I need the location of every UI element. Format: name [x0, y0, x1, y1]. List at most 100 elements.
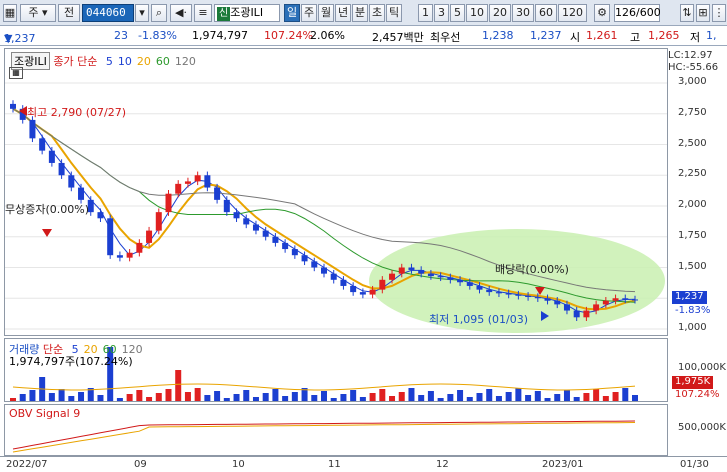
- volume-bar: [573, 397, 580, 401]
- volume-flag: 1,975K: [672, 376, 714, 389]
- volume-bar: [622, 388, 629, 401]
- volume-bar: [476, 393, 483, 401]
- candle-body: [291, 249, 298, 256]
- best-ask-label: 최우선: [430, 31, 461, 44]
- candle-body: [525, 295, 532, 298]
- price-chart-panel[interactable]: 조광ILI 종가 단순 5 10 20 60 120 ▦ 최고 2,790 (07/27…: [4, 48, 668, 336]
- volume-bar: [359, 397, 366, 401]
- x-axis[interactable]: 2022/07 09 10 11 12 2023/01 01/30: [0, 456, 727, 472]
- grid-icon[interactable]: ▦: [3, 4, 17, 22]
- candle-body: [427, 273, 434, 277]
- rights-arrow-icon: [42, 229, 52, 237]
- candle-body: [476, 285, 483, 290]
- obv-y-axis[interactable]: 500,000K: [668, 404, 727, 456]
- timeframe-2[interactable]: 월: [318, 4, 334, 22]
- minute-option-4[interactable]: 20: [489, 4, 511, 22]
- obv-legend-name[interactable]: OBV: [9, 407, 32, 420]
- volume-bar: [243, 390, 250, 401]
- volume-bar: [252, 397, 259, 401]
- page-count-input[interactable]: 126/600: [614, 4, 661, 22]
- stock-code-input[interactable]: 044060: [82, 4, 134, 22]
- volume-bar: [272, 389, 279, 401]
- volume-bar: [389, 396, 396, 401]
- sound-icon[interactable]: ◀·: [170, 4, 192, 22]
- candle-body: [126, 252, 133, 258]
- candle-body: [466, 282, 473, 286]
- ma-period-60: 60: [155, 55, 170, 68]
- candle-body: [612, 298, 619, 301]
- menu-icon[interactable]: ≡: [194, 4, 212, 22]
- volume-bar: [291, 392, 298, 401]
- hc-label: HC:-55.66: [668, 62, 719, 73]
- obv-panel[interactable]: OBV Signal 9: [4, 404, 668, 456]
- minute-option-5[interactable]: 30: [512, 4, 534, 22]
- volume-bar: [350, 390, 357, 401]
- volume-bar: [165, 389, 172, 401]
- dividend-annotation: 배당락(0.00%): [495, 263, 569, 276]
- volume-panel[interactable]: 거래량 단순 5 20 60 120 1,974,797주(107.24%): [4, 338, 668, 402]
- volume-bar: [340, 394, 347, 401]
- volume-bar: [68, 396, 75, 401]
- candle-body: [184, 181, 191, 184]
- ma-period-10: 10: [117, 55, 132, 68]
- minute-option-3[interactable]: 10: [466, 4, 488, 22]
- timeframe-6[interactable]: 틱: [386, 4, 402, 22]
- x-tick-4: 12: [436, 459, 449, 470]
- low-price: 1,: [706, 29, 717, 42]
- volume-bar: [58, 389, 65, 401]
- candlestick-chart[interactable]: [5, 49, 668, 336]
- volume-bar: [175, 370, 182, 401]
- obv-chart[interactable]: [5, 405, 668, 456]
- best-ask: 1,238: [482, 29, 514, 42]
- candle-body: [155, 212, 162, 231]
- volume-bar: [583, 393, 590, 401]
- candle-body: [204, 175, 211, 188]
- period-dropdown[interactable]: 주 ▾: [20, 4, 56, 22]
- candle-body: [583, 310, 590, 318]
- minute-option-2[interactable]: 5: [450, 4, 465, 22]
- candle-body: [330, 273, 337, 280]
- zoom-icon[interactable]: ⊞: [696, 4, 710, 22]
- search-icon[interactable]: ⌕: [151, 4, 167, 22]
- minute-option-7[interactable]: 120: [558, 4, 587, 22]
- legend-ma-label: 종가 단순: [53, 55, 98, 68]
- candle-body: [107, 218, 114, 256]
- timeframe-1[interactable]: 주: [301, 4, 317, 22]
- dropdown-arrow-icon[interactable]: ▾: [135, 4, 149, 22]
- candle-body: [214, 187, 221, 200]
- chart-type-icon[interactable]: ⇅: [680, 4, 694, 22]
- candle-body: [495, 292, 502, 294]
- obv-legend-signal: Signal 9: [35, 407, 81, 420]
- volume-bar: [554, 394, 561, 401]
- candle-body: [165, 193, 172, 213]
- stock-name-box[interactable]: 신 조광ILI: [214, 4, 280, 22]
- timeframe-3[interactable]: 년: [335, 4, 351, 22]
- volume-bar: [534, 391, 541, 401]
- minute-option-0[interactable]: 1: [418, 4, 433, 22]
- minute-option-1[interactable]: 3: [434, 4, 449, 22]
- price-change: 23: [114, 29, 128, 42]
- candle-body: [48, 150, 55, 163]
- minute-option-6[interactable]: 60: [535, 4, 557, 22]
- candle-body: [252, 224, 259, 231]
- obv-legend: OBV Signal 9: [9, 407, 80, 420]
- volume-bar: [19, 394, 26, 401]
- timeframe-0[interactable]: 일: [284, 4, 300, 22]
- more-icon[interactable]: ⋮: [712, 4, 726, 22]
- timeframe-5[interactable]: 초: [369, 4, 385, 22]
- settings-icon[interactable]: ⚙: [594, 4, 610, 22]
- table-icon[interactable]: ▦: [9, 67, 23, 79]
- timeframe-4[interactable]: 분: [352, 4, 368, 22]
- volume-bar: [457, 390, 464, 401]
- order-button[interactable]: 전: [58, 4, 80, 22]
- volume-bar: [563, 390, 570, 401]
- candle-body: [29, 119, 36, 139]
- volume-bar: [427, 391, 434, 401]
- volume-bar: [486, 389, 493, 401]
- quote-bar: 1,237 ▼ 23 -1.83% 1,974,797 107.24% 2.06…: [0, 26, 727, 46]
- volume-bar: [116, 398, 123, 401]
- x-tick-5: 2023/01: [542, 459, 584, 470]
- volume-bar: [330, 398, 337, 401]
- candle-body: [272, 236, 279, 243]
- candle-body: [563, 304, 570, 311]
